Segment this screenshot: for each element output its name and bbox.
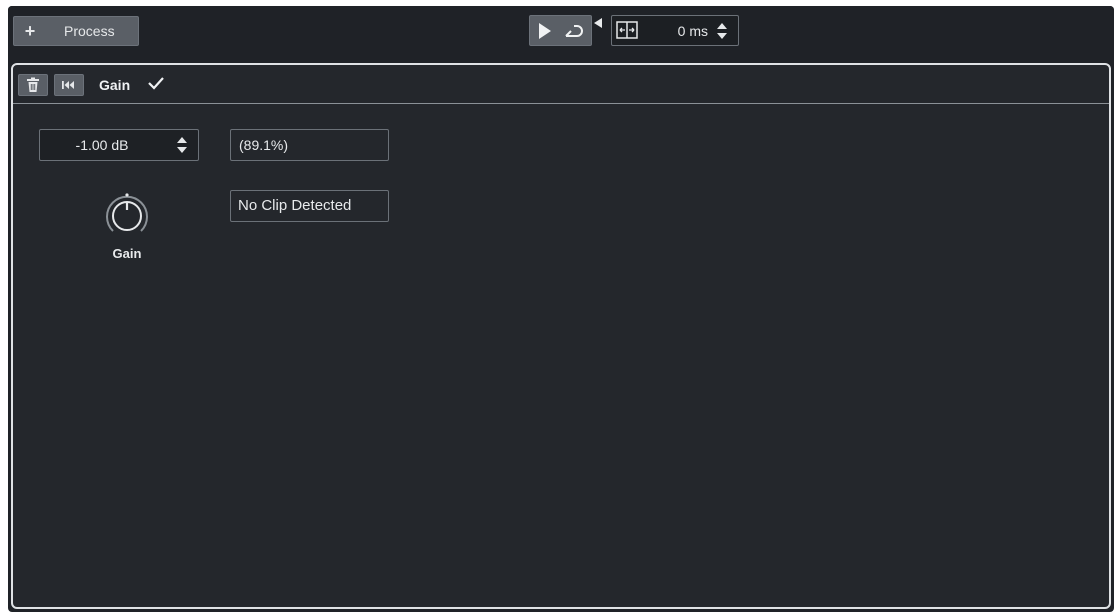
clip-status-text: No Clip Detected <box>238 197 352 214</box>
gain-db-field[interactable]: -1.00 dB <box>39 129 199 161</box>
crossfade-icon <box>616 21 638 39</box>
trash-icon <box>27 77 39 92</box>
plus-icon: + <box>24 21 36 41</box>
loop-icon[interactable] <box>562 22 584 40</box>
module-header: Gain <box>13 65 1109 104</box>
process-window: + Process 0 ms Gain -1.00 dB (89.1%) No … <box>8 6 1114 612</box>
add-process-button[interactable]: + Process <box>13 16 139 46</box>
gain-db-value: -1.00 dB <box>75 137 129 153</box>
clip-status-display: No Clip Detected <box>230 190 389 222</box>
preroll-field[interactable]: 0 ms <box>611 15 739 46</box>
preroll-stepper-icon[interactable] <box>716 21 728 41</box>
preroll-marker-icon[interactable] <box>594 18 602 28</box>
gain-knob-label: Gain <box>112 246 142 261</box>
delete-module-button[interactable] <box>18 74 48 96</box>
toolbar: + Process 0 ms <box>8 6 1114 58</box>
module-title: Gain <box>99 77 131 93</box>
gain-module-panel: Gain -1.00 dB (89.1%) No Clip Detected G… <box>11 63 1111 609</box>
play-icon[interactable] <box>539 23 551 39</box>
checkmark-icon[interactable] <box>147 75 165 91</box>
gain-percent-display: (89.1%) <box>230 129 389 161</box>
gain-stepper-icon[interactable] <box>176 135 188 155</box>
skip-back-icon <box>62 81 74 89</box>
preroll-value: 0 ms <box>677 23 708 39</box>
transport-group <box>529 15 592 46</box>
reset-module-button[interactable] <box>54 74 84 96</box>
gain-knob[interactable] <box>101 189 153 241</box>
gain-percent-value: (89.1%) <box>239 137 289 153</box>
process-button-label: Process <box>64 23 115 39</box>
